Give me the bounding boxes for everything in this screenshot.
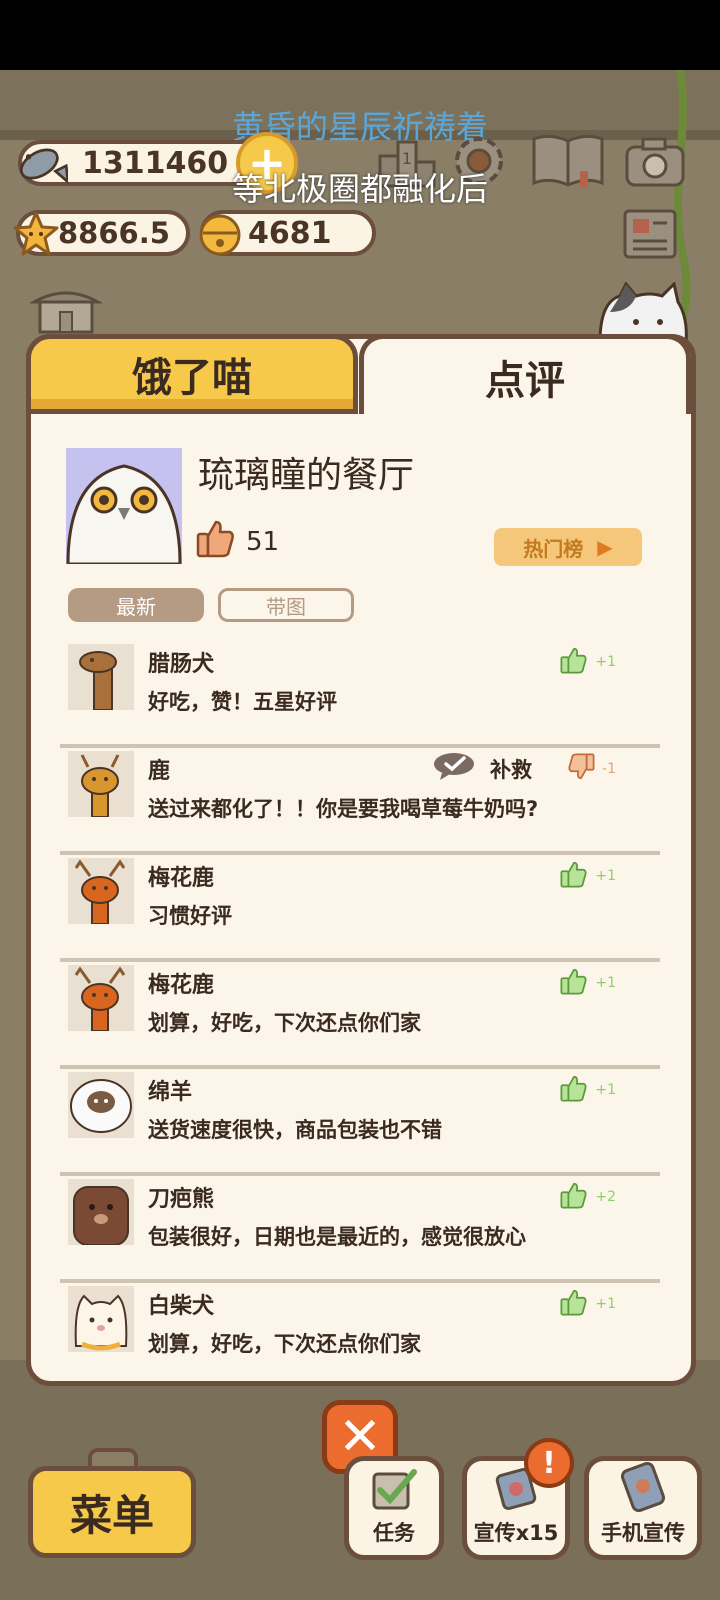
phone-promo-button[interactable]: 手机宣传 bbox=[584, 1456, 702, 1560]
sika-deer-avatar bbox=[68, 965, 134, 1031]
thumbs-up-icon bbox=[559, 860, 589, 892]
reviewer-name: 梅花鹿 bbox=[148, 866, 215, 891]
restaurant-name: 琉璃瞳的餐厅 bbox=[198, 455, 415, 496]
menu-button[interactable]: 菜单 bbox=[28, 1466, 196, 1558]
score-value: -1 bbox=[602, 761, 616, 777]
thumbs-up-icon bbox=[196, 518, 236, 565]
review-row: 鹿送过来都化了！！你是要我喝草莓牛奶吗? 补救 -1 bbox=[60, 745, 660, 855]
review-row: 梅花鹿习惯好评 +1 bbox=[60, 852, 660, 962]
task-button[interactable]: 任务 bbox=[344, 1456, 444, 1560]
bell-icon bbox=[194, 208, 246, 260]
chat-check-icon bbox=[432, 751, 478, 786]
filter-with-image[interactable]: 带图 bbox=[218, 588, 354, 622]
reviewer-name: 绵羊 bbox=[148, 1080, 193, 1105]
review-row: 绵羊送货速度很快，商品包装也不错 +1 bbox=[60, 1066, 660, 1176]
tab-review[interactable]: 点评 bbox=[359, 334, 691, 414]
score-value: +1 bbox=[595, 1082, 616, 1098]
score-value: +1 bbox=[595, 1296, 616, 1312]
cat-peek-illustration bbox=[590, 281, 690, 344]
thumbs-down-icon bbox=[566, 753, 596, 785]
review-text: 习惯好评 bbox=[148, 904, 232, 928]
sheep-avatar bbox=[68, 1072, 134, 1138]
reviewer-name: 腊肠犬 bbox=[148, 652, 215, 677]
phone-promo-icon bbox=[615, 1461, 671, 1517]
thumbs-up-icon bbox=[559, 646, 589, 678]
score-value: +2 bbox=[595, 1189, 616, 1205]
newspaper-icon[interactable] bbox=[620, 206, 680, 262]
review-score: +1 bbox=[559, 967, 616, 999]
hot-rank-label: 热门榜 bbox=[523, 536, 584, 561]
review-text: 划算，好吃，下次还点你们家 bbox=[148, 1332, 421, 1354]
owl-avatar bbox=[66, 448, 182, 564]
remedy-button[interactable]: 补救 bbox=[432, 751, 532, 786]
like-total: 51 bbox=[196, 518, 279, 565]
review-row: 腊肠犬好吃，赞！五星好评 +1 bbox=[60, 638, 660, 748]
review-score: +1 bbox=[559, 1074, 616, 1106]
thumbs-up-icon bbox=[559, 1074, 589, 1106]
review-text: 包装很好，日期也是最近的，感觉很放心 bbox=[148, 1225, 526, 1249]
review-score: +1 bbox=[559, 1288, 616, 1320]
review-text: 送过来都化了！！你是要我喝草莓牛奶吗? bbox=[148, 797, 539, 821]
review-row: 梅花鹿划算，好吃，下次还点你们家 +1 bbox=[60, 959, 660, 1069]
thumbs-up-icon bbox=[559, 1288, 589, 1320]
like-count: 51 bbox=[246, 526, 280, 557]
lyric-line-2: 等北极圈都融化后 bbox=[231, 170, 488, 208]
sika-deer-avatar bbox=[68, 858, 134, 924]
score-value: +1 bbox=[595, 868, 616, 884]
remedy-label: 补救 bbox=[490, 757, 532, 782]
chevron-right-icon: ▶ bbox=[597, 535, 613, 559]
score-value: +1 bbox=[595, 975, 616, 991]
tab-hungry-meow[interactable]: 饿了喵 bbox=[26, 334, 358, 414]
thumbs-up-icon bbox=[559, 1181, 589, 1213]
review-score: +1 bbox=[559, 860, 616, 892]
reviewer-name: 鹿 bbox=[148, 759, 171, 784]
shiba-avatar bbox=[68, 1286, 134, 1352]
review-score: +2 bbox=[559, 1181, 616, 1213]
notification-badge: ! bbox=[524, 1438, 574, 1488]
review-row: 刀疤熊包装很好，日期也是最近的，感觉很放心 +2 bbox=[60, 1173, 660, 1283]
review-row: 白柴犬划算，好吃，下次还点你们家 +1 bbox=[60, 1280, 660, 1354]
task-icon bbox=[368, 1466, 420, 1517]
deer-avatar bbox=[68, 751, 134, 817]
filter-latest[interactable]: 最新 bbox=[68, 588, 204, 622]
shop-icon[interactable] bbox=[28, 284, 104, 336]
score-value: +1 bbox=[595, 654, 616, 670]
review-score: +1 bbox=[559, 646, 616, 678]
status-bar bbox=[0, 0, 720, 70]
panel-tabs: 饿了喵 点评 bbox=[26, 334, 696, 414]
dachshund-avatar bbox=[68, 644, 134, 710]
review-score: -1 bbox=[566, 753, 616, 785]
review-list[interactable]: 腊肠犬好吃，赞！五星好评 +1 鹿送过来都化了！！你是要我喝草莓牛奶吗? 补救 -1 梅花… bbox=[60, 638, 660, 1354]
hot-rank-button[interactable]: 热门榜 ▶ bbox=[494, 528, 642, 566]
star-icon bbox=[10, 208, 62, 260]
review-text: 送货速度很快，商品包装也不错 bbox=[148, 1118, 442, 1142]
thumbs-up-icon bbox=[559, 967, 589, 999]
bear-avatar bbox=[68, 1179, 134, 1245]
reviewer-name: 梅花鹿 bbox=[148, 973, 215, 998]
reviewer-name: 白柴犬 bbox=[148, 1294, 215, 1319]
phone-promo-label: 手机宣传 bbox=[601, 1521, 685, 1545]
review-text: 划算，好吃，下次还点你们家 bbox=[148, 1011, 421, 1035]
reviewer-name: 刀疤熊 bbox=[148, 1187, 215, 1212]
promo-label: 宣传x15 bbox=[473, 1521, 559, 1545]
task-label: 任务 bbox=[373, 1521, 415, 1545]
review-text: 好吃，赞！五星好评 bbox=[148, 690, 337, 714]
